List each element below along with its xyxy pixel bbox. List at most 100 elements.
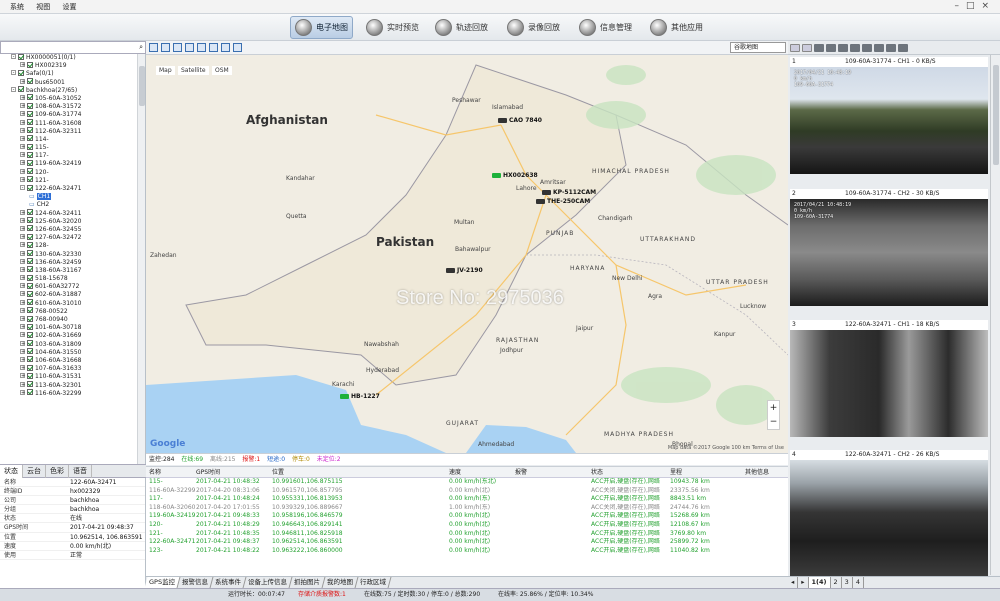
expand-toggle-icon[interactable]: + bbox=[20, 324, 25, 330]
tree-checkbox[interactable] bbox=[27, 315, 33, 322]
tree-node[interactable]: +117- bbox=[0, 151, 145, 160]
layout-1-icon[interactable] bbox=[790, 44, 800, 52]
tree-node[interactable]: +102-60A-31669 bbox=[0, 331, 145, 340]
expand-toggle-icon[interactable]: + bbox=[20, 307, 25, 313]
expand-toggle-icon[interactable]: + bbox=[20, 283, 25, 289]
tab-color[interactable]: 色彩 bbox=[46, 465, 69, 478]
tree-checkbox[interactable] bbox=[27, 151, 33, 158]
expand-toggle-icon[interactable]: + bbox=[20, 299, 25, 305]
tab-ptz[interactable]: 云台 bbox=[23, 465, 46, 478]
tree-node[interactable]: +107-60A-31633 bbox=[0, 364, 145, 373]
tree-node[interactable]: +101-60A-30718 bbox=[0, 323, 145, 332]
scroll-thumb[interactable] bbox=[993, 65, 999, 165]
tree-checkbox[interactable] bbox=[27, 184, 33, 191]
tree-checkbox[interactable] bbox=[27, 348, 33, 355]
nav-live-preview[interactable]: 实时预览 bbox=[366, 16, 419, 39]
column-header[interactable]: 其他信息 bbox=[745, 467, 788, 477]
menu-settings[interactable]: 设置 bbox=[62, 0, 76, 14]
expand-toggle-icon[interactable]: + bbox=[20, 242, 25, 248]
tab-system-events[interactable]: 系统事件 bbox=[210, 577, 247, 588]
expand-toggle-icon[interactable]: + bbox=[20, 144, 25, 150]
column-header[interactable]: 名称 bbox=[146, 467, 196, 477]
line-tool-icon[interactable] bbox=[197, 43, 206, 52]
table-row[interactable]: 123- 2017-04-21 10:48:22 10.963222,106.860… bbox=[146, 547, 788, 556]
window-icon[interactable] bbox=[838, 44, 848, 52]
column-header[interactable]: 位置 bbox=[272, 467, 449, 477]
menu-system[interactable]: 系统 bbox=[10, 0, 24, 14]
table-row[interactable]: 118-60A-32060 2017-04-20 17:01:55 10.93932… bbox=[146, 504, 788, 513]
tree-checkbox[interactable] bbox=[27, 159, 33, 166]
scroll-thumb[interactable] bbox=[139, 66, 145, 106]
tree-node[interactable]: +119-60A-32419 bbox=[0, 159, 145, 168]
tree-checkbox[interactable] bbox=[27, 282, 33, 289]
tree-checkbox[interactable] bbox=[27, 135, 33, 142]
tree-checkbox[interactable] bbox=[18, 86, 24, 93]
tree-checkbox[interactable] bbox=[27, 290, 33, 297]
expand-toggle-icon[interactable]: + bbox=[20, 209, 25, 215]
prev-page-icon[interactable]: ◂ bbox=[788, 577, 799, 588]
tab-status[interactable]: 状态 bbox=[0, 465, 23, 478]
tree-node[interactable]: +109-60A-31774 bbox=[0, 110, 145, 119]
tree-search-input[interactable]: ⌕ bbox=[0, 41, 146, 54]
rect-tool-icon[interactable] bbox=[161, 43, 170, 52]
circle-tool-icon[interactable] bbox=[173, 43, 182, 52]
table-row[interactable]: 117- 2017-04-21 10:48:24 10.955331,106.813… bbox=[146, 495, 788, 504]
tree-node[interactable]: +110-60A-31531 bbox=[0, 372, 145, 381]
menu-view[interactable]: 视图 bbox=[36, 0, 50, 14]
expand-toggle-icon[interactable]: + bbox=[20, 266, 25, 272]
expand-toggle-icon[interactable]: + bbox=[20, 291, 25, 297]
tree-scrollbar[interactable] bbox=[137, 54, 145, 464]
tree-node[interactable]: +116-60A-32299 bbox=[0, 389, 145, 398]
expand-toggle-icon[interactable]: + bbox=[20, 250, 25, 256]
tree-node[interactable]: ▭ CH1 bbox=[0, 193, 145, 201]
vehicle-marker[interactable]: HX002638 bbox=[492, 172, 538, 179]
tab-alarm-info[interactable]: 报警信息 bbox=[177, 577, 214, 588]
column-header[interactable]: 速度 bbox=[449, 467, 515, 477]
tree-checkbox[interactable] bbox=[18, 69, 24, 76]
next-page-icon[interactable]: ▸ bbox=[798, 577, 809, 588]
column-header[interactable]: GPS时间 bbox=[196, 467, 272, 477]
tree-checkbox[interactable] bbox=[27, 389, 33, 396]
flag-tool-icon[interactable] bbox=[149, 43, 158, 52]
expand-toggle-icon[interactable]: + bbox=[20, 168, 25, 174]
vehicle-marker[interactable]: CAO 7840 bbox=[498, 117, 542, 124]
tree-node[interactable]: - bachkhoa(27/65) bbox=[0, 86, 145, 95]
close-icon[interactable]: × bbox=[981, 1, 996, 11]
tree-node[interactable]: +602-60A-31887 bbox=[0, 290, 145, 299]
tree-node[interactable]: - HX0000051(0/1) bbox=[0, 54, 145, 62]
tree-checkbox[interactable] bbox=[27, 119, 33, 125]
layout-4-icon[interactable] bbox=[802, 44, 812, 52]
tree-node[interactable]: +114- bbox=[0, 135, 145, 144]
tab-admin-region[interactable]: 行政区域 bbox=[355, 577, 392, 588]
vehicle-marker[interactable]: JV-2190 bbox=[446, 267, 483, 274]
tree-node[interactable]: +768-00522 bbox=[0, 307, 145, 316]
expand-toggle-icon[interactable]: + bbox=[20, 258, 25, 264]
column-header[interactable]: 里程 bbox=[670, 467, 745, 477]
tree-node[interactable]: +112-60A-32311 bbox=[0, 127, 145, 136]
tree-checkbox[interactable] bbox=[27, 372, 33, 379]
vehicle-marker[interactable]: THE-250CAM bbox=[536, 198, 590, 205]
zoom-in-icon[interactable]: + bbox=[768, 401, 779, 415]
nav-electronic-map[interactable]: 电子地图 bbox=[290, 16, 353, 39]
tree-node[interactable]: +106-60A-31668 bbox=[0, 356, 145, 365]
video-page[interactable]: 4 bbox=[853, 577, 864, 588]
map-type-map[interactable]: Map bbox=[156, 66, 175, 75]
polygon-tool-icon[interactable] bbox=[185, 43, 194, 52]
tree-node[interactable]: +121- bbox=[0, 176, 145, 185]
nav-video-playback[interactable]: 录像回放 bbox=[507, 16, 560, 39]
tree-node[interactable]: +127-60A-32472 bbox=[0, 233, 145, 242]
tree-checkbox[interactable] bbox=[27, 331, 33, 338]
tree-checkbox[interactable] bbox=[27, 217, 33, 224]
tree-node[interactable]: +610-60A-31010 bbox=[0, 299, 145, 308]
tree-node[interactable]: +768-00940 bbox=[0, 315, 145, 324]
expand-toggle-icon[interactable]: + bbox=[20, 373, 25, 379]
table-row[interactable]: 116-60A-32299 2017-04-20 08:31:06 10.96157… bbox=[146, 487, 788, 496]
nav-track-playback[interactable]: 轨迹回放 bbox=[435, 16, 488, 39]
tree-checkbox[interactable] bbox=[27, 241, 33, 248]
tree-node[interactable]: +126-60A-32455 bbox=[0, 225, 145, 234]
tree-checkbox[interactable] bbox=[27, 102, 33, 109]
expand-toggle-icon[interactable]: - bbox=[20, 185, 25, 191]
fullscreen-tool-icon[interactable] bbox=[221, 43, 230, 52]
expand-toggle-icon[interactable]: + bbox=[20, 365, 25, 371]
vehicle-marker[interactable]: HB-1227 bbox=[340, 393, 380, 400]
